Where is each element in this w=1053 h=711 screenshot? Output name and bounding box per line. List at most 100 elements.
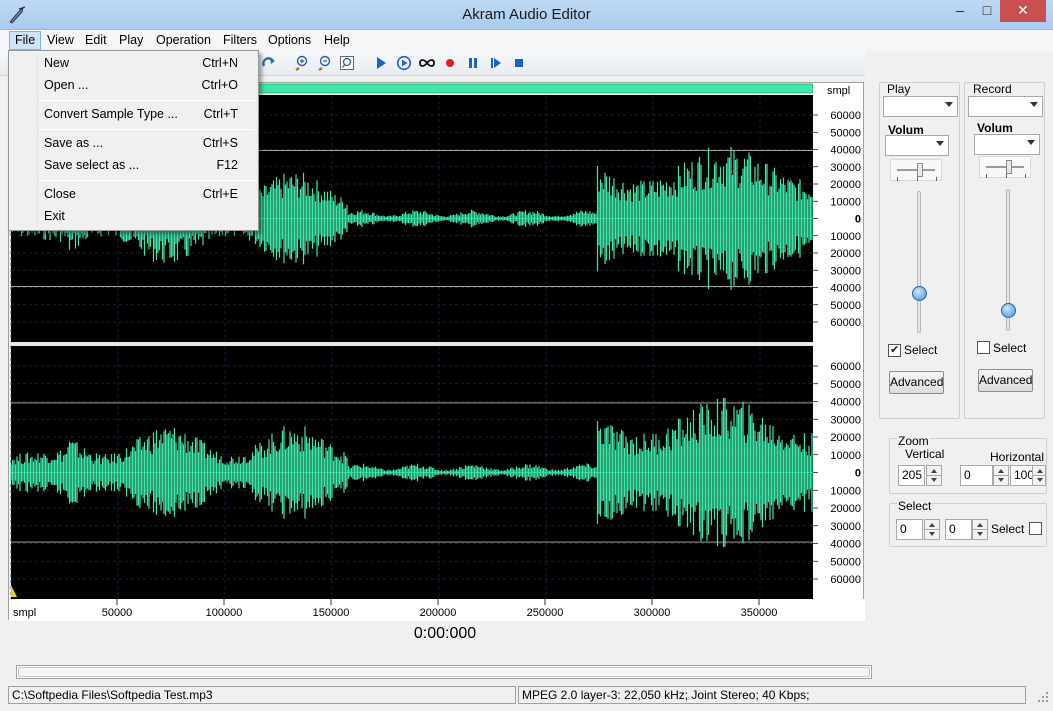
amplitude-unit-label: smpl <box>827 85 850 97</box>
select-checkbox-label: Select <box>991 522 1025 536</box>
amplitude-tick-label: 10000 <box>830 450 861 462</box>
spinner-divider <box>973 529 987 530</box>
select-checkbox[interactable] <box>1029 522 1042 535</box>
spinner-divider <box>1033 475 1045 476</box>
menu-file[interactable]: File <box>9 31 42 50</box>
pause-icon[interactable] <box>465 55 481 71</box>
time-tick-label: 350000 <box>741 607 778 619</box>
menu-item-shortcut: Ctrl+N <box>202 56 238 70</box>
balance-knob[interactable] <box>1006 160 1012 174</box>
spinner-divider <box>927 475 941 476</box>
amplitude-tick-label: 60000 <box>830 361 861 373</box>
play-advanced-button[interactable]: Advanced <box>889 371 944 394</box>
amplitude-tick-label: 20000 <box>830 503 861 515</box>
zoom-fit-icon[interactable] <box>339 55 355 71</box>
zoom-horizontal-label: Horizontal <box>990 450 1045 464</box>
tick-mark <box>1025 174 1026 178</box>
record-icon[interactable] <box>442 55 458 71</box>
record-volume-thumb[interactable] <box>1001 303 1016 319</box>
amplitude-tick-label: 60000 <box>830 317 861 329</box>
record-select-checkbox[interactable] <box>977 341 990 354</box>
file-menu-dropdown: New Ctrl+N Open ... Ctrl+O Convert Sampl… <box>8 50 259 231</box>
menu-item-label: New <box>44 56 70 70</box>
zoom-vertical-input[interactable]: 205 <box>898 465 925 486</box>
select-to-spinner[interactable] <box>972 519 988 540</box>
amplitude-tick-label: 40000 <box>830 145 861 157</box>
menu-item-exit[interactable]: Exit <box>11 206 256 227</box>
menu-filters[interactable]: Filters <box>217 31 263 50</box>
select-from-input[interactable]: 0 <box>896 519 923 540</box>
menu-view[interactable]: View <box>41 31 80 50</box>
menu-item-label: Convert Sample Type ... <box>44 107 178 121</box>
zoom-horizontal-to-spinner[interactable] <box>1032 465 1046 486</box>
play-loop-icon[interactable] <box>396 55 412 71</box>
resize-grip-icon[interactable] <box>1036 690 1050 704</box>
maximize-button[interactable]: □ <box>974 0 1000 22</box>
record-device-select[interactable] <box>968 96 1043 117</box>
play-volume-select[interactable] <box>885 135 949 156</box>
zoom-horizontal-to-input[interactable]: 100 <box>1010 465 1034 486</box>
loop-icon[interactable] <box>419 55 435 71</box>
menu-options[interactable]: Options <box>262 31 317 50</box>
menu-item-save-select-as[interactable]: Save select as ... F12 <box>11 155 256 176</box>
play-select-checkbox[interactable] <box>888 343 901 357</box>
title-bar: Akram Audio Editor – □ ✕ <box>0 0 1053 30</box>
menu-bar: File View Edit Play Operation Filters Op… <box>0 30 1053 51</box>
menu-item-label: Save select as ... <box>44 158 140 172</box>
scrollbar-thumb[interactable] <box>18 667 870 677</box>
balance-knob[interactable] <box>917 163 923 177</box>
menu-operation[interactable]: Operation <box>150 31 217 50</box>
amplitude-tick-label: 30000 <box>830 265 861 277</box>
menu-play[interactable]: Play <box>113 31 149 50</box>
amplitude-tick-label: 20000 <box>830 432 861 444</box>
amplitude-tick-label: 50000 <box>830 127 861 139</box>
redo-icon[interactable] <box>261 55 277 71</box>
menu-item-open[interactable]: Open ... Ctrl+O <box>11 75 256 96</box>
record-select-label: Select <box>993 341 1027 355</box>
amplitude-tick-label: 40000 <box>830 283 861 295</box>
status-file-path: C:\Softpedia Files\Softpedia Test.mp3 <box>8 686 516 704</box>
menu-item-convert-sample-type[interactable]: Convert Sample Type ... Ctrl+T <box>11 104 256 125</box>
amplitude-tick-label: 30000 <box>830 521 861 533</box>
zoom-horizontal-from-input[interactable]: 0 <box>960 465 993 486</box>
zoom-in-icon[interactable] <box>293 55 309 71</box>
select-to-input[interactable]: 0 <box>945 519 972 540</box>
menu-edit[interactable]: Edit <box>79 31 113 50</box>
menu-separator <box>39 180 255 181</box>
play-icon[interactable] <box>373 55 389 71</box>
amplitude-tick-label: 40000 <box>830 539 861 551</box>
channel-separator <box>11 342 813 346</box>
select-from-spinner[interactable] <box>924 519 940 540</box>
amplitude-tick-label: 60000 <box>830 574 861 586</box>
status-bar: C:\Softpedia Files\Softpedia Test.mp3 MP… <box>0 686 1053 711</box>
menu-item-close[interactable]: Close Ctrl+E <box>11 184 256 205</box>
record-balance-slider[interactable] <box>979 156 1031 178</box>
zoom-horizontal-from-spinner[interactable] <box>993 465 1009 486</box>
play-volume-track[interactable] <box>917 191 921 333</box>
menu-help[interactable]: Help <box>318 31 356 50</box>
play-device-select[interactable] <box>883 96 958 117</box>
minimize-button[interactable]: – <box>946 0 974 22</box>
play-balance-slider[interactable] <box>890 159 942 181</box>
zoom-out-icon[interactable] <box>316 55 332 71</box>
record-advanced-button[interactable]: Advanced <box>978 369 1033 392</box>
play-volume-thumb[interactable] <box>912 286 927 302</box>
amplitude-tick-label: 10000 <box>830 485 861 497</box>
record-volume-label: Volum <box>977 121 1013 135</box>
play-next-icon[interactable] <box>488 55 504 71</box>
close-button[interactable]: ✕ <box>1000 0 1046 22</box>
zoom-vertical-spinner[interactable] <box>926 465 942 486</box>
menu-item-shortcut: F12 <box>216 158 238 172</box>
select-group: Select 0 0 Select <box>889 499 1047 547</box>
amplitude-tick-label: 20000 <box>830 248 861 260</box>
stop-icon[interactable] <box>511 55 527 71</box>
play-panel-title: Play <box>887 82 911 96</box>
amplitude-tick-label: 10000 <box>830 196 861 208</box>
amplitude-tick-label: 0 <box>855 468 861 480</box>
horizontal-scrollbar[interactable] <box>16 665 872 679</box>
tick-mark <box>917 177 918 181</box>
record-volume-select[interactable] <box>974 134 1040 155</box>
menu-item-new[interactable]: New Ctrl+N <box>11 53 256 74</box>
menu-separator <box>39 129 255 130</box>
menu-item-save-as[interactable]: Save as ... Ctrl+S <box>11 133 256 154</box>
